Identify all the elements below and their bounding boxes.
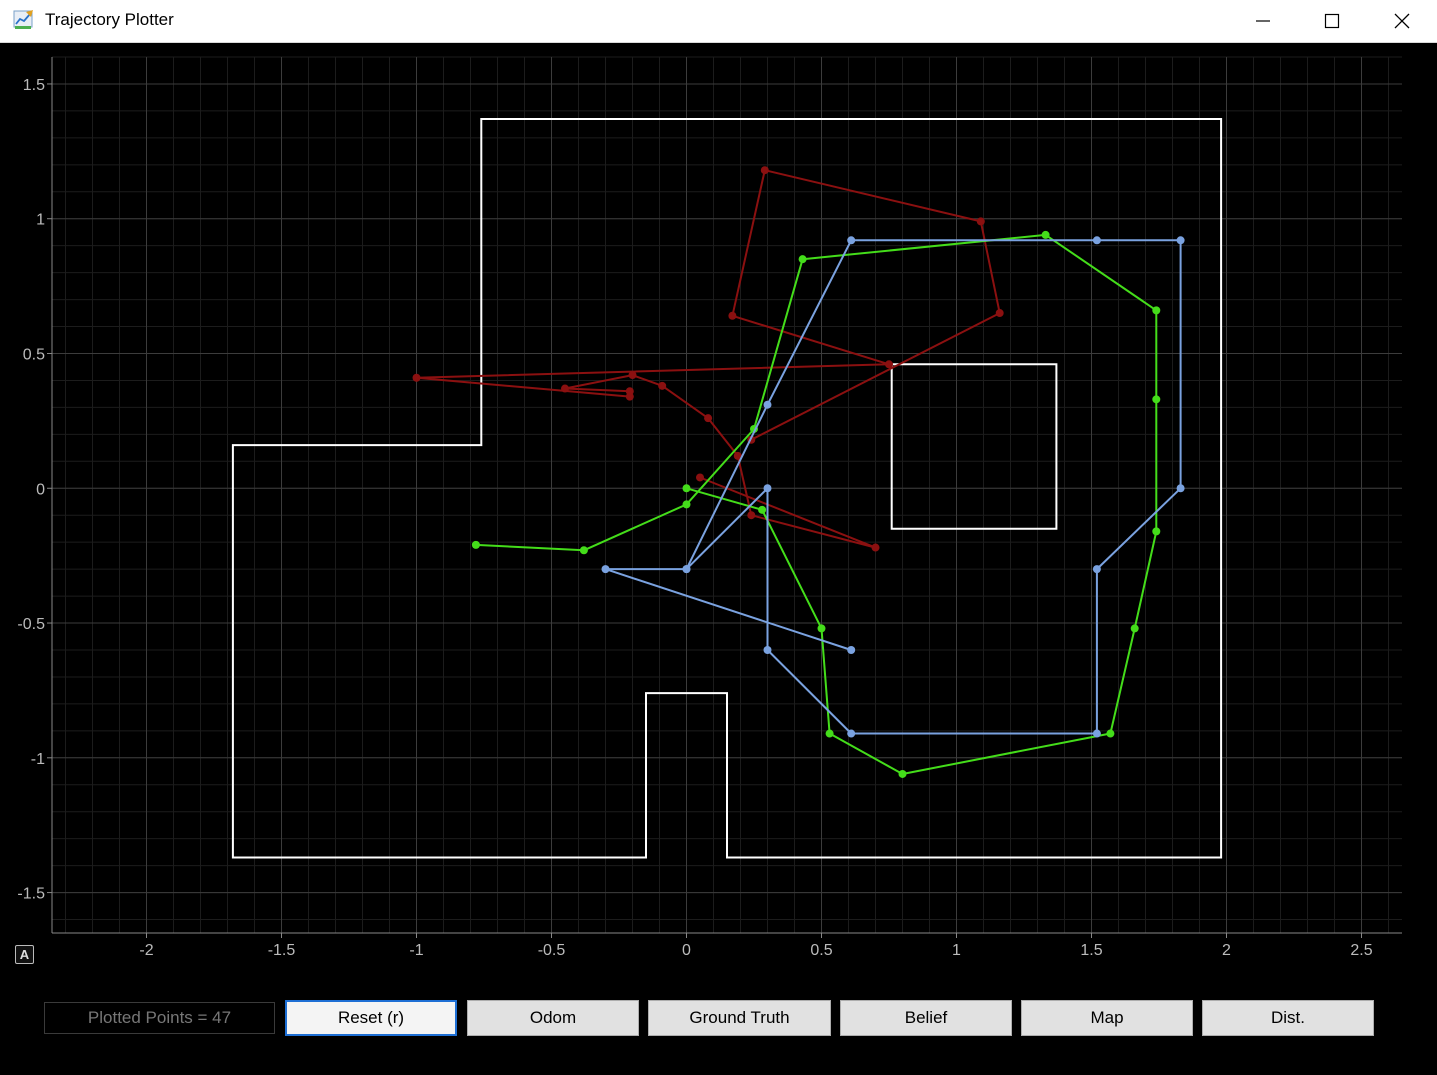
plotted-points-status: Plotted Points = 47 — [44, 1002, 275, 1034]
belief-point — [601, 565, 610, 574]
odom-point — [871, 543, 880, 552]
ground_truth-point — [579, 546, 588, 555]
x-tick-label: 0 — [682, 942, 691, 959]
y-tick-label: 1 — [36, 212, 45, 229]
belief-point — [1176, 484, 1185, 493]
odom-point — [885, 360, 893, 369]
odom-point — [628, 371, 637, 380]
ground_truth-point — [1041, 230, 1050, 239]
x-tick-label: -2 — [139, 942, 153, 959]
ground_truth-point — [798, 255, 807, 264]
minimize-icon — [1256, 20, 1270, 22]
belief-point — [1092, 565, 1101, 574]
close-icon — [1394, 13, 1410, 29]
odom-point — [760, 166, 769, 175]
ground_truth-point — [471, 540, 480, 549]
y-tick-label: 0.5 — [23, 346, 45, 363]
odom-point — [696, 473, 704, 482]
ground_truth-point — [898, 769, 907, 778]
title-bar: Trajectory Plotter — [0, 0, 1437, 43]
x-tick-label: -1.5 — [268, 942, 296, 959]
belief-button[interactable]: Belief — [840, 1000, 1012, 1036]
belief-point — [1176, 236, 1185, 245]
belief-point — [682, 565, 691, 574]
ground_truth-point — [825, 729, 834, 738]
app-chart-icon — [13, 10, 33, 29]
trajectory-plot[interactable]: -2 -1.5 -1 -0.5 0 0.5 1 1.5 2 2.5 1.5 1 0.5 0 -0.5 -1 -1… — [0, 43, 1437, 978]
odom-point — [561, 384, 569, 393]
y-tick-label: -1 — [31, 751, 45, 768]
maximize-button[interactable] — [1297, 0, 1367, 42]
x-tick-label: -0.5 — [538, 942, 566, 959]
odom-point — [728, 311, 737, 320]
y-tick-label: -1.5 — [17, 886, 45, 903]
reset-button[interactable]: Reset (r) — [285, 1000, 457, 1036]
y-tick-label: 0 — [36, 481, 45, 498]
x-tick-label: 1.5 — [1080, 942, 1102, 959]
belief-point — [1092, 236, 1101, 245]
close-button[interactable] — [1367, 0, 1437, 42]
ground_truth-point — [758, 505, 767, 514]
x-tick-label: 1 — [952, 942, 961, 959]
belief-point — [763, 645, 772, 654]
ground_truth-point — [682, 500, 691, 509]
minimize-button[interactable] — [1228, 0, 1298, 42]
map-button[interactable]: Map — [1021, 1000, 1193, 1036]
odom-point — [412, 373, 421, 382]
odom-point — [995, 309, 1004, 318]
odom-point — [704, 414, 713, 423]
x-tick-label: -1 — [409, 942, 423, 959]
belief-point — [1092, 729, 1101, 738]
auto-range-button[interactable]: A — [15, 945, 34, 964]
odom-point — [747, 511, 756, 520]
belief-point — [847, 236, 856, 245]
ground_truth-point — [1152, 306, 1161, 315]
window-title: Trajectory Plotter — [45, 10, 174, 29]
odom-point — [658, 381, 667, 390]
odom-point — [625, 392, 634, 401]
maximize-icon — [1324, 13, 1340, 29]
x-tick-label: 0.5 — [810, 942, 832, 959]
odom-point — [976, 217, 985, 226]
ground_truth-point — [817, 624, 826, 633]
ground_truth-point — [1130, 624, 1139, 633]
x-tick-label: 2.5 — [1350, 942, 1372, 959]
belief-point — [763, 484, 772, 493]
odom-button[interactable]: Odom — [467, 1000, 639, 1036]
x-tick-label: 2 — [1222, 942, 1231, 959]
ground_truth-point — [1152, 527, 1161, 536]
belief-point — [763, 400, 772, 409]
ground_truth-point — [1106, 729, 1115, 738]
y-tick-label: 1.5 — [23, 77, 45, 94]
ground_truth-point — [1152, 395, 1161, 404]
belief-point — [847, 729, 856, 738]
ground_truth-point — [682, 484, 691, 493]
ground-truth-button[interactable]: Ground Truth — [648, 1000, 831, 1036]
belief-point — [847, 645, 856, 654]
y-tick-label: -0.5 — [17, 616, 45, 633]
dist-button[interactable]: Dist. — [1202, 1000, 1374, 1036]
